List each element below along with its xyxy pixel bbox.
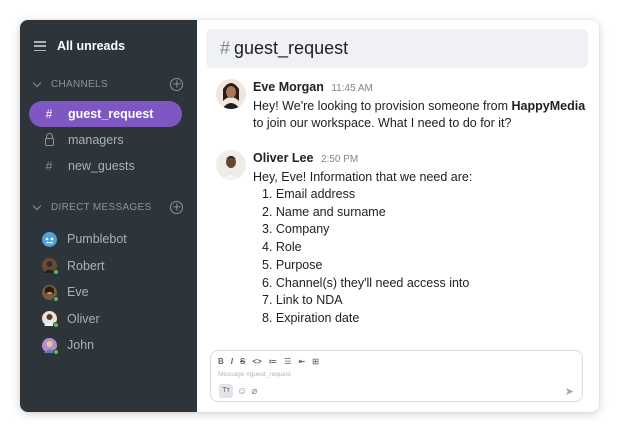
sidebar-item-john[interactable]: John — [20, 332, 197, 359]
italic-button[interactable]: I — [231, 357, 233, 366]
online-status-icon — [53, 348, 59, 355]
add-channel-icon[interactable] — [170, 77, 183, 91]
text-format-toggle-button[interactable]: Tт — [219, 384, 233, 398]
message: Eve Morgan 11:45 AM Hey! We're looking t… — [216, 79, 585, 133]
strikethrough-button[interactable]: S — [240, 357, 245, 366]
channel-view: # guest_request Eve Morgan 11:45 AM Hey!… — [197, 20, 599, 412]
sidebar-item-guest-request[interactable]: # guest_request — [29, 101, 182, 127]
hash-icon: # — [45, 159, 53, 173]
list-item: 5. Purpose — [262, 257, 323, 272]
channels-section-header[interactable]: CHANNELS — [20, 73, 197, 95]
sidebar: All unreads CHANNELS # guest_request man… — [20, 20, 197, 412]
message-input[interactable]: Message #guest_request — [211, 369, 582, 381]
dm-label: John — [67, 338, 95, 353]
channel-title: guest_request — [234, 38, 349, 58]
online-status-icon — [53, 269, 59, 276]
online-status-icon — [53, 295, 59, 302]
chevron-down-icon — [32, 201, 42, 210]
message-timestamp: 11:45 AM — [331, 83, 373, 94]
online-status-icon — [53, 322, 59, 329]
sidebar-item-robert[interactable]: Robert — [20, 253, 197, 280]
ordered-list-button[interactable]: ≔ — [269, 357, 278, 366]
code-block-button[interactable]: ⊞ — [312, 357, 319, 366]
bullet-list-button[interactable]: ☰ — [284, 357, 291, 366]
indent-button[interactable]: ⇤ — [298, 357, 305, 366]
direct-messages-section-header[interactable]: DIRECT MESSAGES — [20, 196, 197, 218]
requirements-list: 1. Email address 2. Name and surname 3. … — [262, 186, 472, 328]
user-avatar — [42, 284, 59, 302]
sidebar-item-new-guests[interactable]: # new_guests — [29, 153, 182, 179]
chevron-down-icon — [32, 78, 42, 87]
sidebar-item-managers[interactable]: managers — [29, 127, 182, 153]
message-text: Hey, Eve! Information that we need are: — [253, 169, 473, 184]
attachment-icon[interactable]: ⌀ — [251, 386, 257, 397]
sidebar-item-eve[interactable]: Eve — [20, 279, 197, 306]
hash-icon: # — [45, 107, 53, 121]
message-text: Hey! We're looking to provision someone … — [253, 98, 586, 131]
composer-actions: Tт ☺ ⌀ ➤ — [211, 381, 582, 401]
code-button[interactable]: <> — [252, 357, 261, 366]
channel-header: # guest_request — [206, 29, 588, 68]
bold-button[interactable]: B — [218, 357, 224, 366]
hash-icon: # — [220, 38, 231, 58]
sidebar-item-pumblebot[interactable]: Pumblebot — [20, 226, 197, 253]
user-avatar — [42, 337, 59, 355]
channel-label: guest_request — [68, 107, 154, 121]
emoji-icon[interactable]: ☺ — [237, 386, 247, 397]
user-avatar[interactable] — [216, 150, 246, 180]
message-composer[interactable]: B I S <> ≔ ☰ ⇤ ⊞ Message #guest_request … — [210, 350, 583, 402]
list-item: 8. Expiration date — [262, 310, 360, 325]
add-dm-icon[interactable] — [170, 200, 183, 214]
message: Oliver Lee 2:50 PM Hey, Eve! Information… — [216, 150, 472, 328]
sidebar-item-oliver[interactable]: Oliver — [20, 306, 197, 333]
list-item: 1. Email address — [262, 187, 356, 201]
send-icon[interactable]: ➤ — [565, 385, 574, 398]
mention-company: HappyMedia — [511, 98, 586, 113]
list-item: 3. Company — [262, 222, 330, 237]
message-author[interactable]: Oliver Lee — [253, 151, 313, 165]
formatting-toolbar: B I S <> ≔ ☰ ⇤ ⊞ — [211, 353, 582, 369]
list-item: 2. Name and surname — [262, 204, 386, 219]
list-item: 7. Link to NDA — [262, 293, 343, 308]
list-item: 4. Role — [262, 240, 302, 255]
dm-label: Eve — [67, 285, 89, 300]
list-item: 6. Channel(s) they'll need access into — [262, 275, 470, 290]
channel-label: new_guests — [68, 159, 135, 173]
channel-label: managers — [68, 133, 124, 147]
dm-label: Oliver — [67, 311, 100, 326]
message-timestamp: 2:50 PM — [320, 154, 359, 165]
list-icon — [34, 41, 46, 51]
lock-icon — [43, 133, 55, 146]
user-avatar[interactable] — [216, 79, 246, 109]
message-author[interactable]: Eve Morgan — [253, 80, 324, 94]
dm-label: Pumblebot — [67, 232, 127, 247]
channels-header-label: CHANNELS — [51, 78, 108, 90]
dm-label: Robert — [67, 258, 105, 273]
all-unreads-item[interactable]: All unreads — [20, 20, 197, 72]
user-avatar — [42, 258, 59, 276]
user-avatar — [42, 311, 59, 329]
dm-header-label: DIRECT MESSAGES — [51, 201, 152, 213]
bot-avatar — [42, 231, 57, 247]
app-window: All unreads CHANNELS # guest_request man… — [20, 20, 599, 412]
all-unreads-label: All unreads — [57, 39, 126, 53]
